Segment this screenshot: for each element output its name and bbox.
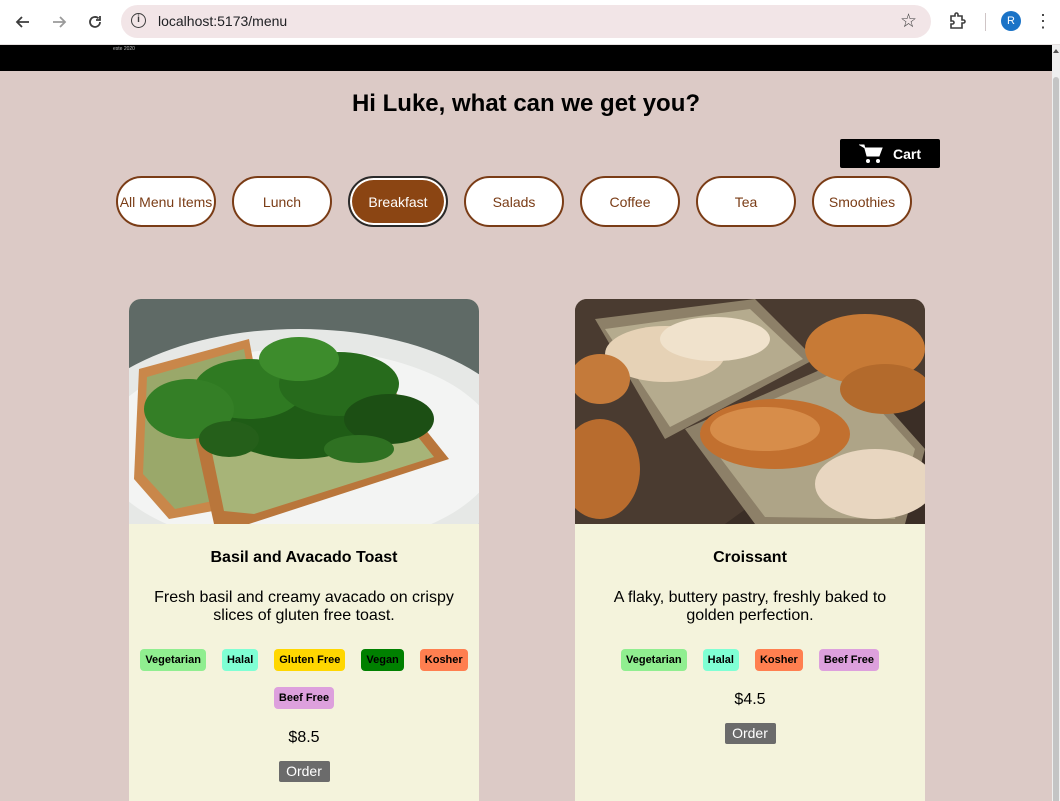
dietary-tags: Vegetarian Halal Gluten Free Vegan Koshe… xyxy=(139,649,469,709)
order-button[interactable]: Order xyxy=(278,761,330,782)
croissant-photo xyxy=(575,299,925,524)
tag-halal: Halal xyxy=(221,649,259,671)
menu-item-card: Croissant A flaky, buttery pastry, fresh… xyxy=(575,299,925,801)
dietary-tags: Vegetarian Halal Kosher Beef Free xyxy=(585,649,915,671)
address-bar[interactable]: i localhost:5173/menu ☆ xyxy=(121,5,931,38)
page-greeting: Hi Luke, what can we get you? xyxy=(351,90,701,117)
item-title: Croissant xyxy=(713,549,787,566)
cart-label: Cart xyxy=(892,145,921,162)
url-text[interactable]: localhost:5173/menu xyxy=(158,13,287,29)
browser-toolbar: i localhost:5173/menu ☆ R ⋮ xyxy=(0,0,1060,45)
order-button[interactable]: Order xyxy=(724,723,776,744)
tag-kosher: Kosher xyxy=(754,649,803,671)
tag-vegan: Vegan xyxy=(361,649,404,671)
category-filters: All Menu Items Lunch Breakfast Salads Co… xyxy=(116,176,912,227)
extensions-puzzle-icon[interactable] xyxy=(947,11,967,31)
filter-lunch[interactable]: Lunch xyxy=(232,176,332,227)
site-header: este 2020 xyxy=(0,45,1052,71)
item-description: A flaky, buttery pastry, freshly baked t… xyxy=(613,589,887,624)
cart-icon xyxy=(858,144,883,163)
browser-menu-icon[interactable]: ⋮ xyxy=(1034,10,1052,32)
item-description: Fresh basil and creamy avacado on crispy… xyxy=(154,589,454,624)
header-logo-text[interactable]: este 2020 xyxy=(113,46,135,52)
avocado-toast-photo xyxy=(129,299,479,524)
tag-kosher: Kosher xyxy=(419,649,468,671)
tag-beef-free: Beef Free xyxy=(273,687,335,709)
filter-breakfast[interactable]: Breakfast xyxy=(348,176,448,227)
filter-smoothies[interactable]: Smoothies xyxy=(812,176,912,227)
filter-coffee[interactable]: Coffee xyxy=(580,176,680,227)
tag-vegetarian: Vegetarian xyxy=(621,649,687,671)
page-scrollbar[interactable] xyxy=(1052,45,1060,801)
back-arrow-icon[interactable] xyxy=(10,9,36,35)
tag-beef-free: Beef Free xyxy=(818,649,879,671)
filter-all-menu-items[interactable]: All Menu Items xyxy=(116,176,216,227)
tag-gluten-free: Gluten Free xyxy=(274,649,346,671)
site-info-icon[interactable]: i xyxy=(131,13,146,28)
profile-avatar[interactable]: R xyxy=(1001,11,1021,31)
item-title: Basil and Avacado Toast xyxy=(210,549,398,566)
tag-halal: Halal xyxy=(702,649,739,671)
cart-button[interactable]: Cart xyxy=(840,139,940,168)
forward-arrow-icon[interactable] xyxy=(46,9,72,35)
reload-icon[interactable] xyxy=(82,9,108,35)
filter-tea[interactable]: Tea xyxy=(696,176,796,227)
tag-vegetarian: Vegetarian xyxy=(140,649,206,671)
scroll-up-arrow-icon[interactable] xyxy=(1053,49,1059,53)
item-price: $4.5 xyxy=(734,691,766,708)
scrollbar-thumb[interactable] xyxy=(1053,77,1059,801)
toolbar-divider xyxy=(985,13,986,31)
filter-salads[interactable]: Salads xyxy=(464,176,564,227)
bookmark-star-icon[interactable]: ☆ xyxy=(900,10,917,33)
item-price: $8.5 xyxy=(288,729,320,746)
menu-item-card: Basil and Avacado Toast Fresh basil and … xyxy=(129,299,479,801)
